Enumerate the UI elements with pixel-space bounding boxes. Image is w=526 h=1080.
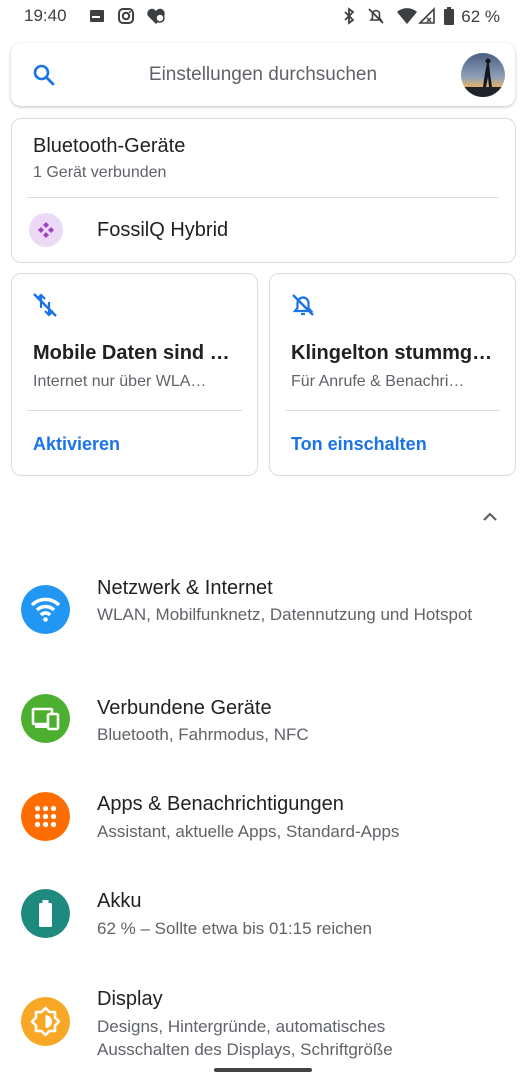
wifi-status-icon (397, 8, 417, 24)
battery-status-icon (444, 7, 454, 25)
mobile-data-subtitle: Internet nur über WLA… (33, 373, 207, 390)
display-subtitle: Designs, Hintergründe, automatisches Aus… (97, 1017, 393, 1059)
bluetooth-device-name: FossilQ Hybrid (97, 219, 229, 241)
settings-item-display[interactable]: Display Designs, Hintergründe, automatis… (0, 974, 526, 1066)
connected-devices-subtitle: Bluetooth, Fahrmodus, NFC (97, 725, 309, 744)
battery-icon (21, 889, 70, 938)
search-placeholder: Einstellungen durchsuchen (148, 64, 378, 85)
bluetooth-device-row[interactable]: FossilQ Hybrid (12, 199, 515, 261)
mute-bell-icon (368, 8, 384, 24)
heart-app-icon (147, 8, 165, 24)
account-avatar[interactable] (461, 53, 505, 97)
card-divider (27, 410, 242, 411)
image-notification-icon (90, 10, 104, 22)
bluetooth-status-icon (344, 7, 355, 25)
status-time: 19:40 (24, 6, 67, 25)
settings-item-battery[interactable]: Akku 62 % – Sollte etwa bis 01:15 reiche… (0, 876, 526, 956)
brightness-icon (21, 997, 70, 1046)
display-title: Display (97, 988, 163, 1010)
ringtone-muted-suggestion-card[interactable]: Klingelton stummg… Für Anrufe & Benachri… (269, 273, 516, 476)
activate-mobile-data-button[interactable]: Aktivieren (33, 434, 120, 455)
ringtone-muted-title: Klingelton stummg… (291, 342, 493, 364)
network-subtitle: WLAN, Mobilfunknetz, Datennutzung und Ho… (97, 605, 473, 624)
gesture-nav-handle[interactable] (214, 1068, 312, 1072)
battery-subtitle: 62 % – Sollte etwa bis 01:15 reichen (97, 919, 373, 938)
apps-title: Apps & Benachrichtigungen (97, 793, 344, 815)
settings-item-apps[interactable]: Apps & Benachrichtigungen Assistant, akt… (0, 778, 526, 858)
settings-item-connected-devices[interactable]: Verbundene Geräte Bluetooth, Fahrmodus, … (0, 680, 526, 760)
apps-grid-icon (21, 792, 70, 841)
bluetooth-card-title: Bluetooth-Geräte (33, 135, 186, 157)
bluetooth-devices-card[interactable]: Bluetooth-Geräte 1 Gerät verbunden Fossi… (11, 118, 516, 263)
turn-on-sound-button[interactable]: Ton einschalten (291, 434, 427, 455)
card-divider (27, 197, 499, 198)
instagram-icon (118, 8, 134, 24)
search-bar[interactable]: Einstellungen durchsuchen (11, 43, 515, 106)
settings-item-network[interactable]: Netzwerk & Internet WLAN, Mobilfunknetz,… (0, 560, 526, 660)
devices-icon (21, 694, 70, 743)
mobile-data-off-icon (33, 293, 57, 317)
status-bar: 19:40 62 % (0, 0, 526, 34)
battery-title: Akku (97, 890, 142, 912)
ringtone-muted-subtitle: Für Anrufe & Benachri… (291, 373, 465, 390)
battery-percentage: 62 % (461, 7, 500, 26)
chevron-up-icon[interactable] (479, 506, 501, 528)
bluetooth-card-subtitle: 1 Gerät verbunden (33, 164, 167, 181)
connected-devices-title: Verbundene Geräte (97, 697, 272, 719)
signal-status-icon (418, 7, 435, 24)
mobile-data-suggestion-card[interactable]: Mobile Daten sind … Internet nur über WL… (11, 273, 258, 476)
gamepad-device-icon (29, 213, 63, 247)
mobile-data-title: Mobile Daten sind … (33, 342, 230, 364)
wifi-icon (21, 585, 70, 634)
card-divider (285, 410, 500, 411)
apps-subtitle: Assistant, aktuelle Apps, Standard-Apps (97, 822, 400, 841)
network-title: Netzwerk & Internet (97, 577, 273, 599)
bell-off-icon (292, 294, 314, 316)
